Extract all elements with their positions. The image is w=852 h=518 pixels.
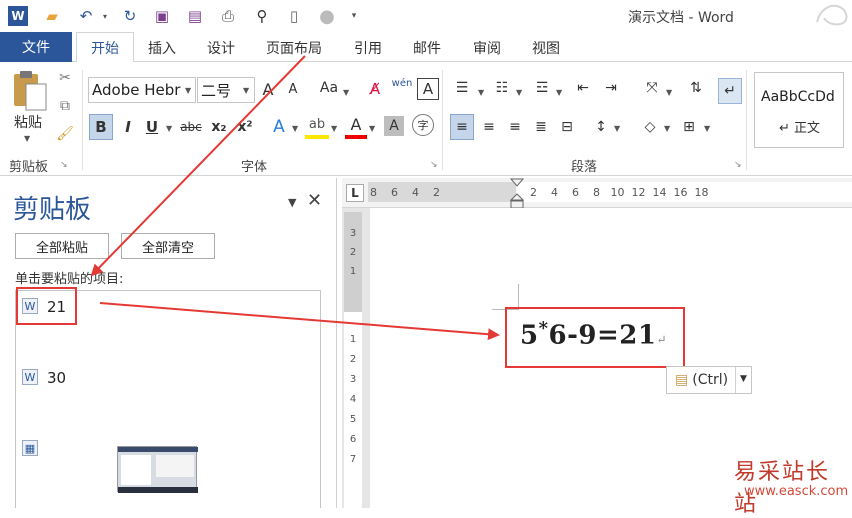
arrow-to-document bbox=[99, 302, 500, 341]
annotation-arrows bbox=[90, 55, 500, 341]
arrow-to-clipboard-item bbox=[90, 55, 306, 277]
watermark-url: www.easck.com bbox=[744, 484, 849, 499]
